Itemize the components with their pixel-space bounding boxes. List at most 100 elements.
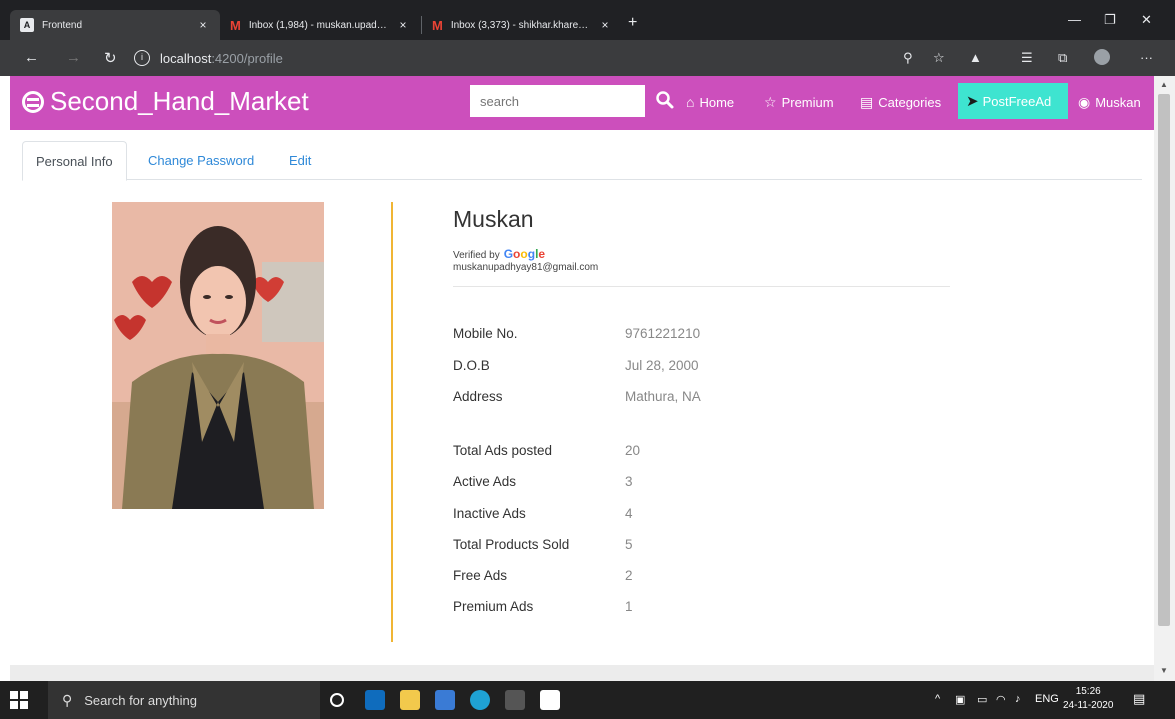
battery-icon[interactable]: ▭ xyxy=(977,693,987,706)
gmail-favicon-icon: M xyxy=(230,17,241,33)
windows-start-icon[interactable] xyxy=(10,691,28,709)
browser-toolbar: ← → ↻ i localhost:4200/profile ⚲ ☆ ▲ ☰ ⧉… xyxy=(0,40,1175,76)
detail-value-mobile: 9761221210 xyxy=(625,326,701,341)
new-tab-button[interactable]: + xyxy=(628,14,637,32)
store-icon[interactable] xyxy=(435,690,455,710)
profile-avatar-icon[interactable] xyxy=(1094,49,1110,65)
stat-label-products-sold: Total Products Sold xyxy=(453,537,570,552)
taskbar-clock[interactable]: 15:26 24-11-2020 xyxy=(1063,685,1113,713)
brand-name: Second_Hand_Market xyxy=(50,86,309,116)
scroll-up-icon[interactable]: ▲ xyxy=(1160,80,1168,89)
site-info-icon[interactable]: i xyxy=(134,50,150,66)
stat-value-free-ads: 2 xyxy=(625,568,633,583)
window-close-icon[interactable]: ✕ xyxy=(1141,12,1152,28)
nav-premium-link[interactable]: ☆ Premium xyxy=(764,94,834,111)
favorite-star-icon[interactable]: ☆ xyxy=(933,50,945,66)
wifi-icon[interactable]: ◠ xyxy=(996,693,1006,706)
gmail-favicon-icon: M xyxy=(432,17,443,33)
edge-icon[interactable] xyxy=(470,690,490,710)
stat-value-premium-ads: 1 xyxy=(625,599,633,614)
scroll-down-icon[interactable]: ▼ xyxy=(1160,666,1168,675)
extension-icon[interactable]: ▲ xyxy=(969,50,982,65)
back-icon[interactable]: ← xyxy=(24,49,39,66)
url-text: localhost:4200/profile xyxy=(160,50,283,66)
angular-favicon-icon: A xyxy=(20,18,34,32)
reload-icon[interactable]: ↻ xyxy=(104,49,117,67)
notification-icon[interactable]: ▤ xyxy=(1133,691,1145,707)
tray-chevron-icon[interactable]: ^ xyxy=(935,693,940,705)
brand-logo-icon xyxy=(22,90,44,113)
tab-title: Frontend xyxy=(42,19,83,31)
tab-close-icon[interactable]: × xyxy=(196,18,210,32)
nav-categories-link[interactable]: ▤ Categories xyxy=(860,94,941,111)
detail-value-dob: Jul 28, 2000 xyxy=(625,358,699,373)
profile-tabs: Personal Info Change Password Edit xyxy=(22,141,1142,181)
detail-label-mobile: Mobile No. xyxy=(453,326,518,341)
nav-home-link[interactable]: ⌂ Home xyxy=(686,94,734,110)
document-icon: ▤ xyxy=(860,94,874,110)
file-explorer-icon[interactable] xyxy=(400,690,420,710)
cortana-icon[interactable] xyxy=(330,693,344,707)
stat-value-total-ads: 20 xyxy=(625,443,641,458)
stat-label-free-ads: Free Ads xyxy=(453,568,508,583)
stat-value-inactive-ads: 4 xyxy=(625,506,633,521)
stat-label-premium-ads: Premium Ads xyxy=(453,599,534,614)
tab-close-icon[interactable]: × xyxy=(598,18,612,32)
info-separator xyxy=(453,286,950,287)
search-icon[interactable] xyxy=(655,90,675,110)
tab-title: Inbox (3,373) - shikhar.khare_cs1 xyxy=(450,19,592,31)
page-footer xyxy=(10,665,1154,681)
minimize-icon[interactable]: — xyxy=(1068,12,1081,27)
language-indicator[interactable]: ENG xyxy=(1035,693,1059,705)
stat-label-total-ads: Total Ads posted xyxy=(453,443,553,458)
scroll-thumb[interactable] xyxy=(1158,94,1170,626)
detail-value-address: Mathura, NA xyxy=(625,389,701,404)
home-icon: ⌂ xyxy=(686,94,695,110)
browser-tab-inbox-2[interactable]: M Inbox (3,373) - shikhar.khare_cs1 × xyxy=(422,10,622,40)
mongodb-icon[interactable] xyxy=(540,690,560,710)
browser-tab-strip: A Frontend × M Inbox (1,984) - muskan.up… xyxy=(0,0,1175,40)
windows-taskbar: ⚲ Search for anything ^ ▣ ▭ ◠ ♪ ENG 15:2… xyxy=(0,681,1175,719)
tab-change-password[interactable]: Change Password xyxy=(135,141,267,180)
address-bar[interactable]: i localhost:4200/profile xyxy=(134,46,914,70)
detail-label-address: Address xyxy=(453,389,503,404)
forward-icon[interactable]: → xyxy=(66,49,81,66)
volume-icon[interactable]: ♪ xyxy=(1015,693,1021,705)
restore-icon[interactable]: ❐ xyxy=(1104,12,1116,28)
stat-label-active-ads: Active Ads xyxy=(453,474,517,489)
profile-email: muskanupadhyay81@gmail.com xyxy=(453,262,599,273)
tray-app-icon[interactable]: ▣ xyxy=(955,693,965,706)
paper-plane-icon: ➤ xyxy=(966,93,979,110)
zoom-icon[interactable]: ⚲ xyxy=(903,50,913,66)
google-logo-icon: Google xyxy=(503,247,546,261)
browser-tab-frontend[interactable]: A Frontend × xyxy=(10,10,220,40)
collections-icon[interactable]: ⧉ xyxy=(1058,50,1067,66)
nav-user-link[interactable]: ◉ Muskan xyxy=(1078,94,1141,111)
user-circle-icon: ◉ xyxy=(1078,94,1091,110)
more-menu-icon[interactable]: ··· xyxy=(1140,50,1153,65)
stat-value-products-sold: 5 xyxy=(625,537,633,552)
post-free-ad-button[interactable]: ➤ PostFreeAd xyxy=(958,83,1068,119)
favorites-list-icon[interactable]: ☰ xyxy=(1021,50,1033,66)
taskbar-search[interactable]: ⚲ Search for anything xyxy=(48,681,320,719)
verified-by-google: Verified by Google xyxy=(453,247,546,261)
search-input[interactable] xyxy=(470,85,645,117)
terminal-icon[interactable] xyxy=(505,690,525,710)
app-navbar: Second_Hand_Market ⌂ Home ☆ Premium ▤ Ca… xyxy=(10,76,1154,130)
detail-label-dob: D.O.B xyxy=(453,358,490,373)
star-icon: ☆ xyxy=(764,94,777,110)
browser-tab-inbox-1[interactable]: M Inbox (1,984) - muskan.upadhya × xyxy=(220,10,420,40)
profile-divider xyxy=(391,202,393,642)
search-icon: ⚲ xyxy=(62,691,73,708)
mail-icon[interactable] xyxy=(365,690,385,710)
tab-edit[interactable]: Edit xyxy=(276,141,324,180)
profile-photo xyxy=(112,202,324,509)
tab-personal-info[interactable]: Personal Info xyxy=(22,141,127,181)
tab-close-icon[interactable]: × xyxy=(396,18,410,32)
profile-name: Muskan xyxy=(453,206,534,232)
stat-label-inactive-ads: Inactive Ads xyxy=(453,506,526,521)
stat-value-active-ads: 3 xyxy=(625,474,633,489)
tab-title: Inbox (1,984) - muskan.upadhya xyxy=(248,19,390,31)
page-scrollbar[interactable]: ▲ ▼ xyxy=(1154,76,1175,681)
brand[interactable]: Second_Hand_Market xyxy=(22,86,309,117)
